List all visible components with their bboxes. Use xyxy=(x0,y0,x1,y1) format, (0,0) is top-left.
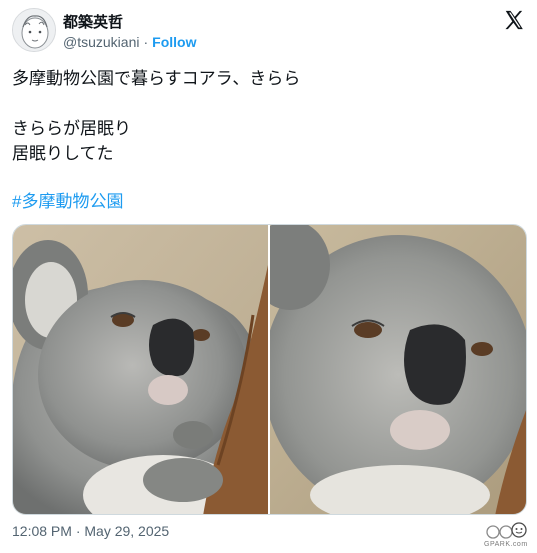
avatar-illustration xyxy=(13,9,55,51)
tweet-card: 都築英哲 @tsuzukiani · Follow 多摩動物公園で暮らすコアラ、きら… xyxy=(0,0,537,553)
tweet-timestamp[interactable]: 12:08 PM · May 29, 2025 xyxy=(12,523,169,539)
watermark-text: GPARK.com xyxy=(484,541,528,548)
follow-button[interactable]: Follow xyxy=(152,34,196,50)
author-handle-row: @tsuzukiani · Follow xyxy=(63,34,196,50)
tweet-line: きららが居眠り xyxy=(12,119,131,138)
koala-photo[interactable] xyxy=(250,225,526,514)
separator-dot: · xyxy=(143,34,149,50)
hashtag-link[interactable]: #多摩動物公園 xyxy=(12,189,123,214)
tweet-line: 多摩動物公園で暮らすコアラ、きらら xyxy=(12,69,301,88)
media-grid xyxy=(12,224,527,515)
watermark: GPARK.com xyxy=(484,520,532,550)
author-display-name[interactable]: 都築英哲 xyxy=(63,11,123,32)
x-logo-icon[interactable] xyxy=(503,9,525,31)
watermark-logo-icon xyxy=(486,522,527,539)
koala-photo[interactable] xyxy=(13,225,268,514)
avatar[interactable] xyxy=(12,8,56,52)
tweet-line: 居眠りしてた xyxy=(12,144,114,163)
author-handle[interactable]: @tsuzukiani xyxy=(63,34,139,50)
